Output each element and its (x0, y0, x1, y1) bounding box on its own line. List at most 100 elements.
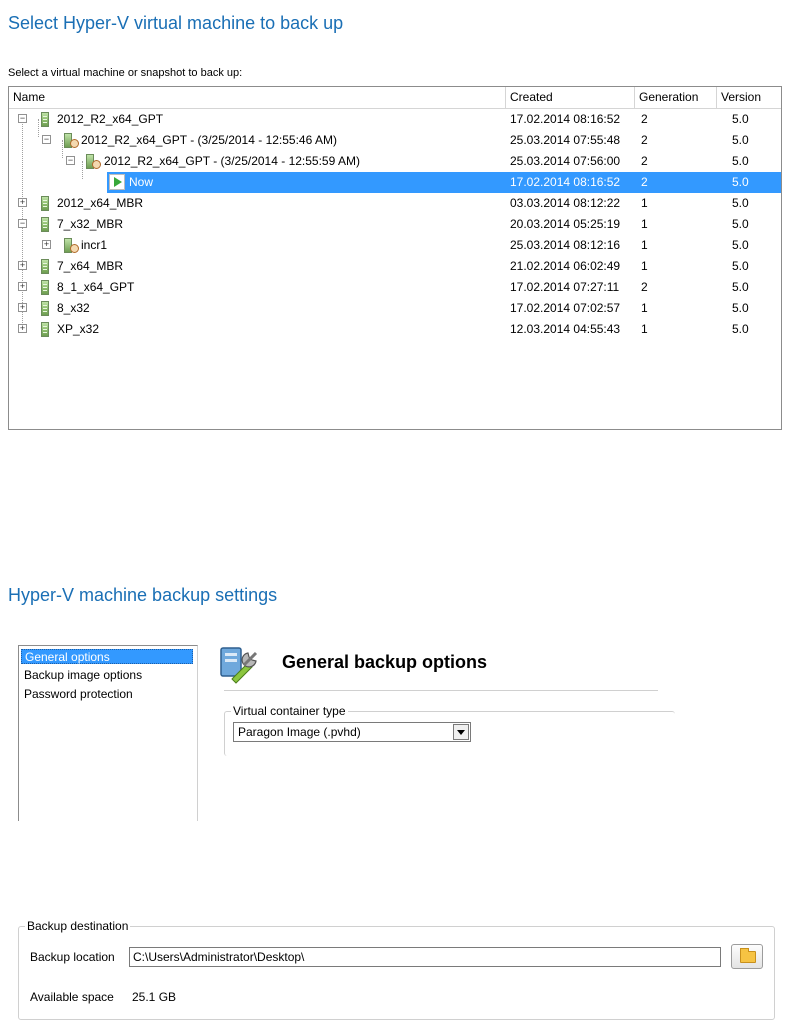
snapshot-icon (64, 133, 80, 148)
vm-version: 5.0 (732, 280, 749, 294)
vm-version: 5.0 (732, 217, 749, 231)
vm-version: 5.0 (732, 154, 749, 168)
vm-version: 5.0 (732, 301, 749, 315)
settings-section-title: Hyper-V machine backup settings (8, 585, 278, 605)
column-header-generation[interactable]: Generation (635, 87, 717, 108)
chevron-down-icon[interactable] (453, 724, 469, 740)
vm-created: 17.02.2014 08:16:52 (510, 112, 621, 126)
snapshot-icon (86, 154, 102, 169)
vm-created: 25.03.2014 07:56:00 (510, 154, 621, 168)
vm-generation: 1 (641, 301, 648, 315)
vm-name: 2012_R2_x64_GPT (57, 112, 164, 126)
vm-name: 8_1_x64_GPT (57, 280, 135, 294)
collapse-toggle-icon[interactable]: − (18, 219, 27, 228)
vm-row[interactable]: + 2012_x64_MBR 03.03.2014 08:12:22 1 5.0 (9, 193, 781, 214)
vm-tree-list[interactable]: Name Created Generation Version − 2012_R… (8, 86, 782, 430)
vm-server-icon (41, 112, 49, 127)
container-type-select[interactable]: Paragon Image (.pvhd) (233, 722, 471, 742)
vm-server-icon (41, 322, 49, 337)
vm-row[interactable]: − 2012_R2_x64_GPT 17.02.2014 08:16:52 2 … (9, 109, 781, 130)
vm-row[interactable]: + incr1 25.03.2014 08:12:16 1 5.0 (9, 235, 781, 256)
options-panel-title: General backup options (282, 652, 488, 672)
vm-server-icon (41, 259, 49, 274)
column-header-name[interactable]: Name (9, 87, 506, 108)
vm-row[interactable]: − 2012_R2_x64_GPT - (3/25/2014 - 12:55:4… (9, 130, 781, 151)
browse-folder-button[interactable] (731, 944, 763, 969)
vm-created: 25.03.2014 08:12:16 (510, 238, 621, 252)
vm-version: 5.0 (732, 175, 749, 189)
vm-name: 7_x64_MBR (57, 259, 124, 273)
vm-generation: 1 (641, 322, 648, 336)
vm-created: 12.03.2014 04:55:43 (510, 322, 621, 336)
vm-name: 2012_x64_MBR (57, 196, 144, 210)
backup-destination-label: Backup destination (25, 919, 131, 933)
vm-created: 17.02.2014 07:27:11 (510, 280, 620, 294)
vm-name: Now (129, 175, 154, 189)
expand-toggle-icon[interactable]: + (18, 198, 27, 207)
vm-generation: 1 (641, 196, 648, 210)
available-space-label: Available space (30, 990, 114, 1004)
vm-select-prompt: Select a virtual machine or snapshot to … (8, 67, 243, 79)
backup-destination-group (18, 926, 775, 1020)
available-space-value: 25.1 GB (132, 990, 177, 1004)
vm-generation: 2 (641, 280, 648, 294)
expand-toggle-icon[interactable]: + (18, 303, 27, 312)
vm-server-icon (41, 280, 49, 295)
column-header-created[interactable]: Created (506, 87, 635, 108)
vm-server-icon (41, 217, 49, 232)
vm-created: 17.02.2014 08:16:52 (510, 175, 621, 189)
collapse-toggle-icon[interactable]: − (66, 156, 75, 165)
container-type-label: Virtual container type (231, 704, 348, 718)
column-header-version[interactable]: Version (717, 87, 781, 108)
vm-created: 25.03.2014 07:55:48 (510, 133, 621, 147)
vm-name: 7_x32_MBR (57, 217, 124, 231)
settings-nav-list[interactable]: General options Backup image options Pas… (18, 645, 198, 821)
vm-version: 5.0 (732, 259, 749, 273)
vm-version: 5.0 (732, 133, 749, 147)
vm-name: 2012_R2_x64_GPT - (3/25/2014 - 12:55:46 … (81, 133, 337, 147)
play-now-icon (109, 174, 125, 190)
vm-server-icon (41, 196, 49, 211)
backup-location-label: Backup location (30, 950, 115, 964)
vm-generation: 2 (641, 133, 648, 147)
vm-server-icon (41, 301, 49, 316)
vm-generation: 1 (641, 238, 648, 252)
vm-list-header: Name Created Generation Version (9, 87, 781, 109)
vm-name: 8_x32 (57, 301, 90, 315)
vm-row[interactable]: − 2012_R2_x64_GPT - (3/25/2014 - 12:55:5… (9, 151, 781, 172)
expand-toggle-icon[interactable]: + (18, 261, 27, 270)
expand-toggle-icon[interactable]: + (42, 240, 51, 249)
vm-version: 5.0 (732, 322, 749, 336)
vm-generation: 2 (641, 175, 648, 189)
vm-row-selected[interactable]: Now 17.02.2014 08:16:52 2 5.0 (9, 172, 781, 193)
nav-item-general-options[interactable]: General options (21, 649, 193, 664)
vm-row[interactable]: + 8_x32 17.02.2014 07:02:57 1 5.0 (9, 298, 781, 319)
nav-item-password-protection[interactable]: Password protection (21, 687, 193, 702)
selection-highlight: Now 17.02.2014 08:16:52 2 5.0 (107, 172, 781, 193)
vm-created: 03.03.2014 08:12:22 (510, 196, 621, 210)
collapse-toggle-icon[interactable]: − (42, 135, 51, 144)
vm-section-title: Select Hyper-V virtual machine to back u… (8, 13, 344, 33)
wrench-settings-icon (218, 645, 266, 685)
expand-toggle-icon[interactable]: + (18, 282, 27, 291)
container-type-value: Paragon Image (.pvhd) (238, 725, 361, 739)
vm-created: 21.02.2014 06:02:49 (510, 259, 621, 273)
vm-row[interactable]: + XP_x32 12.03.2014 04:55:43 1 5.0 (9, 319, 781, 340)
vm-row[interactable]: + 8_1_x64_GPT 17.02.2014 07:27:11 2 5.0 (9, 277, 781, 298)
nav-item-backup-image-options[interactable]: Backup image options (21, 668, 193, 683)
vm-generation: 1 (641, 259, 648, 273)
backup-location-field[interactable] (129, 947, 721, 967)
backup-location-input[interactable] (130, 948, 720, 966)
expand-toggle-icon[interactable]: + (18, 324, 27, 333)
vm-row[interactable]: − 7_x32_MBR 20.03.2014 05:25:19 1 5.0 (9, 214, 781, 235)
vm-generation: 2 (641, 112, 648, 126)
vm-created: 17.02.2014 07:02:57 (510, 301, 621, 315)
vm-version: 5.0 (732, 238, 749, 252)
vm-name: XP_x32 (57, 322, 100, 336)
collapse-toggle-icon[interactable]: − (18, 114, 27, 123)
folder-icon (740, 948, 756, 963)
vm-row[interactable]: + 7_x64_MBR 21.02.2014 06:02:49 1 5.0 (9, 256, 781, 277)
vm-name: incr1 (81, 238, 108, 252)
vm-version: 5.0 (732, 112, 749, 126)
vm-name: 2012_R2_x64_GPT - (3/25/2014 - 12:55:59 … (104, 154, 360, 168)
